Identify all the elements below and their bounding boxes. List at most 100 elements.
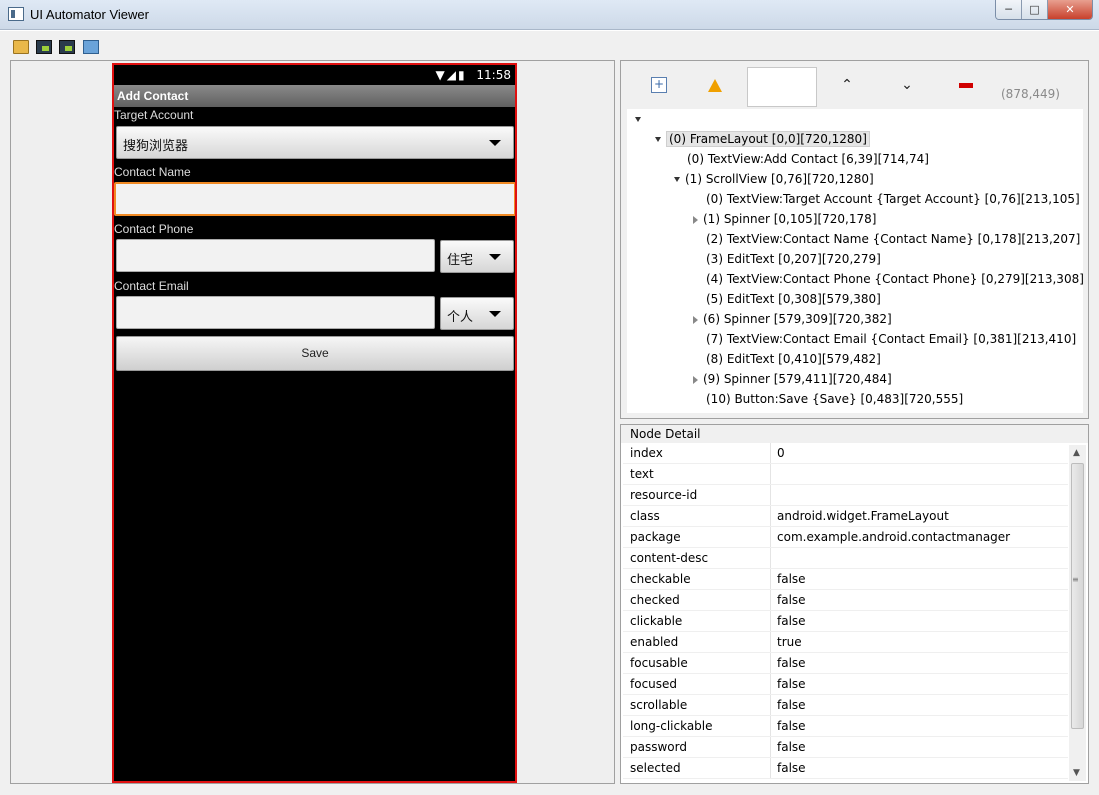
tree-node-label[interactable]: (6) Spinner [579,309][720,382] [703, 312, 892, 326]
detail-value[interactable] [771, 485, 777, 505]
expand-icon[interactable] [693, 375, 698, 384]
contact-email-label[interactable]: Contact Email [114, 278, 189, 295]
open-folder-icon[interactable] [13, 40, 29, 54]
tree-node-label[interactable]: (0) TextView:Target Account {Target Acco… [706, 192, 1080, 206]
detail-row-password[interactable]: password false [623, 737, 1068, 758]
contact-phone-label[interactable]: Contact Phone [114, 221, 193, 238]
save-button[interactable]: Save [116, 336, 514, 371]
expand-icon[interactable] [693, 315, 698, 324]
tree-node[interactable]: (4) TextView:Contact Phone {Contact Phon… [706, 269, 1083, 289]
scrollbar-thumb[interactable] [1071, 463, 1084, 729]
detail-row-index[interactable]: index 0 [623, 443, 1068, 464]
detail-value[interactable]: false [771, 737, 806, 757]
tree-node-label[interactable]: (5) EditText [0,308][579,380] [706, 292, 881, 306]
tree-node[interactable]: (3) EditText [0,207][720,279] [706, 249, 881, 269]
detail-value[interactable]: false [771, 758, 806, 778]
contact-name-field[interactable] [114, 182, 515, 216]
detail-value[interactable]: false [771, 569, 806, 589]
expand-icon[interactable] [693, 215, 698, 224]
detail-row-clickable[interactable]: clickable false [623, 611, 1068, 632]
detail-scrollbar[interactable]: ▲ ≡ ▼ [1069, 445, 1086, 781]
email-type-spinner[interactable]: 个人 [440, 297, 514, 330]
tree-node[interactable]: (10) Button:Save {Save} [0,483][720,555] [706, 389, 963, 409]
device-screenshot-compressed-icon[interactable] [59, 40, 75, 54]
detail-value[interactable]: false [771, 590, 806, 610]
detail-value[interactable] [771, 464, 777, 484]
tree-node-label[interactable]: (2) TextView:Contact Name {Contact Name}… [706, 232, 1080, 246]
detail-row-focused[interactable]: focused false [623, 674, 1068, 695]
detail-row-scrollable[interactable]: scrollable false [623, 695, 1068, 716]
expand-all-icon[interactable]: + [651, 77, 667, 93]
tree-node-label[interactable]: (8) EditText [0,410][579,482] [706, 352, 881, 366]
tree-node-label[interactable]: (0) TextView:Add Contact [6,39][714,74] [687, 152, 929, 166]
scroll-down-icon[interactable]: ▼ [1073, 768, 1080, 778]
tree-node[interactable]: (0) TextView:Target Account {Target Acco… [706, 189, 1080, 209]
tree-node[interactable]: (7) TextView:Contact Email {Contact Emai… [706, 329, 1076, 349]
detail-row-checked[interactable]: checked false [623, 590, 1068, 611]
detail-value[interactable]: false [771, 716, 806, 736]
tree-node[interactable]: (1) ScrollView [0,76][720,1280] [674, 169, 874, 189]
close-button[interactable]: ✕ [1048, 0, 1092, 19]
device-screenshot[interactable]: ▼◢▮ 11:58 Add Contact Target Account 搜狗浏… [112, 63, 517, 783]
detail-value[interactable]: 0 [771, 443, 785, 463]
tree-node[interactable]: (2) TextView:Contact Name {Contact Name}… [706, 229, 1080, 249]
tree-root[interactable] [635, 109, 646, 129]
save-icon[interactable] [83, 40, 99, 54]
chevron-up-icon[interactable]: ⌃ [839, 77, 855, 93]
tree-node[interactable]: (8) EditText [0,410][579,482] [706, 349, 881, 369]
toggle-naf-icon[interactable] [959, 83, 973, 88]
tree-node[interactable]: (1) Spinner [0,105][720,178] [693, 209, 876, 229]
detail-row-enabled[interactable]: enabled true [623, 632, 1068, 653]
collapse-icon[interactable] [635, 117, 641, 122]
detail-row-content-desc[interactable]: content-desc [623, 548, 1068, 569]
detail-value[interactable]: false [771, 611, 806, 631]
detail-value[interactable]: false [771, 695, 806, 715]
detail-value[interactable]: com.example.android.contactmanager [771, 527, 1010, 547]
detail-value[interactable]: true [771, 632, 802, 652]
detail-row-package[interactable]: package com.example.android.contactmanage… [623, 527, 1068, 548]
minimize-button[interactable]: ─ [996, 0, 1022, 19]
detail-value[interactable] [771, 548, 777, 568]
tree-node-label[interactable]: (9) Spinner [579,411][720,484] [703, 372, 892, 386]
contact-email-field[interactable] [116, 296, 435, 329]
collapse-icon[interactable] [674, 177, 680, 182]
tree-node[interactable]: (0) FrameLayout [0,0][720,1280] [655, 129, 870, 149]
tree-node[interactable]: (5) EditText [0,308][579,380] [706, 289, 881, 309]
detail-row-class[interactable]: class android.widget.FrameLayout [623, 506, 1068, 527]
detail-row-selected[interactable]: selected false [623, 758, 1068, 779]
action-bar-title[interactable]: Add Contact [114, 85, 515, 107]
collapse-icon[interactable] [655, 137, 661, 142]
maximize-button[interactable]: □ [1022, 0, 1048, 19]
tree-node-label[interactable]: (0) FrameLayout [0,0][720,1280] [666, 131, 870, 147]
detail-row-resource-id[interactable]: resource-id [623, 485, 1068, 506]
chevron-down-icon[interactable]: ⌄ [899, 77, 915, 93]
detail-row-checkable[interactable]: checkable false [623, 569, 1068, 590]
tree-node-label[interactable]: (3) EditText [0,207][720,279] [706, 252, 881, 266]
target-account-spinner[interactable]: 搜狗浏览器 [116, 126, 514, 159]
email-type-value: 个人 [447, 310, 474, 325]
detail-row-long-clickable[interactable]: long-clickable false [623, 716, 1068, 737]
tree-node[interactable]: (9) Spinner [579,411][720,484] [693, 369, 892, 389]
detail-value[interactable]: android.widget.FrameLayout [771, 506, 949, 526]
hierarchy-tree[interactable]: (0) FrameLayout [0,0][720,1280] (0) Text… [627, 109, 1083, 413]
chevron-down-icon [489, 310, 501, 317]
search-input[interactable] [747, 67, 817, 107]
phone-type-spinner[interactable]: 住宅 [440, 240, 514, 273]
detail-value[interactable]: false [771, 674, 806, 694]
tree-node-label[interactable]: (10) Button:Save {Save} [0,483][720,555] [706, 392, 963, 406]
contact-name-label[interactable]: Contact Name [114, 164, 191, 181]
warning-icon[interactable] [708, 79, 722, 92]
device-screenshot-icon[interactable] [36, 40, 52, 54]
tree-node[interactable]: (6) Spinner [579,309][720,382] [693, 309, 892, 329]
detail-row-text[interactable]: text [623, 464, 1068, 485]
contact-phone-field[interactable] [116, 239, 435, 272]
tree-node-label[interactable]: (1) ScrollView [0,76][720,1280] [685, 172, 874, 186]
tree-node-label[interactable]: (7) TextView:Contact Email {Contact Emai… [706, 332, 1076, 346]
tree-node-label[interactable]: (4) TextView:Contact Phone {Contact Phon… [706, 272, 1083, 286]
detail-value[interactable]: false [771, 653, 806, 673]
detail-row-focusable[interactable]: focusable false [623, 653, 1068, 674]
target-account-label[interactable]: Target Account [114, 107, 193, 124]
tree-node[interactable]: (0) TextView:Add Contact [6,39][714,74] [687, 149, 929, 169]
scroll-up-icon[interactable]: ▲ [1073, 448, 1080, 458]
tree-node-label[interactable]: (1) Spinner [0,105][720,178] [703, 212, 876, 226]
